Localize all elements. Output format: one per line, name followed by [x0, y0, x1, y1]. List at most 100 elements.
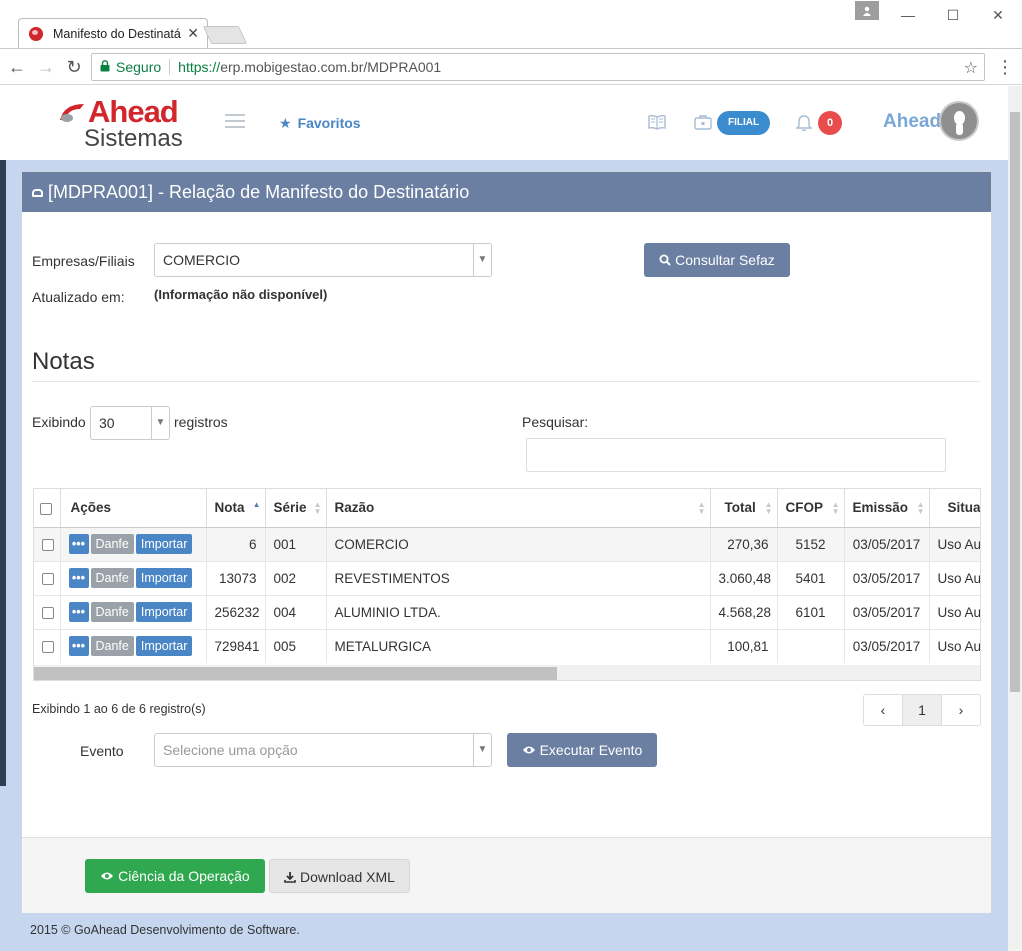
atualizado-value: (Informação não disponível)	[154, 287, 328, 302]
select-all-checkbox[interactable]	[40, 502, 52, 515]
browser-tab[interactable]: Manifesto do Destinatário ✕	[18, 18, 208, 48]
secure-label: Seguro	[116, 59, 162, 75]
row-checkbox[interactable]	[42, 538, 54, 551]
download-xml-button[interactable]: Download XML	[269, 859, 410, 893]
atualizado-label: Atualizado em:	[32, 289, 125, 305]
page-scrollbar-thumb[interactable]	[1010, 112, 1020, 692]
back-arrow-icon[interactable]: ←	[6, 56, 28, 78]
tab-close-icon[interactable]: ✕	[187, 25, 199, 42]
col-nota[interactable]: Nota ▲	[206, 489, 266, 528]
left-sidebar-edge	[0, 160, 6, 786]
minimize-button[interactable]: —	[893, 4, 923, 26]
download-icon	[284, 869, 300, 885]
col-situacao[interactable]: Situa	[929, 489, 980, 528]
empresas-select[interactable]: COMERCIO ▼	[154, 243, 492, 277]
avatar[interactable]	[939, 101, 979, 141]
importar-button[interactable]: Importar	[135, 636, 193, 657]
col-total[interactable]: Total ▲ ▼	[710, 489, 778, 528]
consultar-sefaz-button[interactable]: Consultar Sefaz	[644, 243, 790, 277]
row-select-cell	[34, 594, 61, 629]
reload-icon[interactable]: ↻	[63, 56, 85, 78]
bookmark-star-icon[interactable]: ☆	[964, 58, 978, 78]
favicon-icon	[29, 26, 43, 41]
cell-emissao: 03/05/2017	[844, 526, 930, 561]
page-size-select[interactable]: 30 ▼	[90, 406, 170, 440]
logo-mark-icon	[60, 104, 84, 122]
close-window-button[interactable]: ✕	[983, 4, 1013, 26]
more-actions-button[interactable]: •••	[68, 534, 89, 554]
importar-button[interactable]: Importar	[135, 568, 193, 588]
maximize-button[interactable]: ☐	[938, 4, 968, 26]
col-razao[interactable]: Razão ▲ ▼	[326, 489, 711, 528]
col-cfop[interactable]: CFOP ▲ ▼	[777, 489, 845, 528]
executar-evento-label: Executar Evento	[539, 742, 643, 758]
new-tab-button[interactable]	[202, 26, 248, 44]
evento-select[interactable]: Selecione uma opção ▼	[154, 733, 492, 767]
cell-situacao: Uso Au	[929, 628, 980, 663]
table-scrollbar-thumb[interactable]	[34, 667, 557, 680]
briefcase-icon[interactable]	[694, 114, 712, 130]
cell-nota: 13073	[206, 560, 266, 595]
favoritos-label: Favoritos	[297, 115, 361, 131]
url-scheme: https://	[178, 59, 221, 75]
danfe-button[interactable]: Danfe	[90, 602, 134, 622]
row-checkbox[interactable]	[42, 572, 54, 585]
book-icon[interactable]	[648, 114, 666, 130]
address-bar[interactable]: Seguro https:// erp.mobigestao.com.br/MD…	[91, 53, 985, 81]
pager-next-button[interactable]: ›	[942, 695, 980, 725]
eye-icon	[100, 868, 118, 884]
cell-serie: 005	[265, 628, 327, 663]
cell-nota: 6	[206, 526, 266, 561]
copyright-text: 2015 © GoAhead Desenvolvimento de Softwa…	[30, 923, 300, 937]
cell-serie: 001	[265, 526, 327, 561]
table-horizontal-scrollbar[interactable]	[34, 665, 980, 680]
more-actions-button[interactable]: •••	[68, 568, 89, 588]
logo-sistemas-text: Sistemas	[84, 125, 183, 152]
importar-button[interactable]: Importar	[135, 602, 193, 622]
cell-razao: COMERCIO	[326, 526, 711, 561]
address-separator	[169, 59, 171, 75]
forward-arrow-icon[interactable]: →	[35, 56, 57, 78]
pager-prev-button[interactable]: ‹	[864, 695, 903, 725]
importar-button[interactable]: Importar	[135, 534, 193, 554]
favoritos-link[interactable]: ★ Favoritos	[279, 115, 361, 132]
bell-icon[interactable]	[795, 114, 813, 132]
row-actions: ••• Danfe Importar	[60, 628, 207, 663]
row-actions: ••• Danfe Importar	[60, 526, 207, 561]
more-actions-button[interactable]: •••	[68, 636, 89, 657]
cell-nota: 256232	[206, 594, 266, 629]
user-name[interactable]: Ahead	[883, 111, 941, 133]
row-checkbox[interactable]	[42, 606, 54, 619]
col-emissao[interactable]: Emissão ▲ ▼	[844, 489, 930, 528]
sort-icon: ▲ ▼	[764, 500, 773, 516]
more-actions-button[interactable]: •••	[68, 602, 89, 622]
col-serie[interactable]: Série ▲ ▼	[265, 489, 327, 528]
executar-evento-button[interactable]: Executar Evento	[507, 733, 657, 767]
notification-count-badge[interactable]: 0	[818, 111, 842, 135]
profile-icon[interactable]	[855, 1, 879, 20]
danfe-button[interactable]: Danfe	[90, 636, 134, 657]
search-icon	[659, 252, 675, 268]
menu-toggle-icon[interactable]	[225, 114, 245, 128]
url-path: erp.mobigestao.com.br/MDPRA001	[220, 59, 442, 75]
card-header: [MDPRA001] - Relação de Manifesto do Des…	[22, 172, 991, 212]
browser-menu-icon[interactable]: ⋮	[996, 57, 1014, 78]
card-footer: Ciência da Operação Download XML	[22, 837, 991, 913]
ciencia-operacao-button[interactable]: Ciência da Operação	[85, 859, 265, 893]
cell-situacao: Uso Au	[929, 526, 980, 561]
row-checkbox[interactable]	[42, 641, 54, 654]
col-acoes: Ações	[60, 489, 207, 528]
table-header-row: Ações Nota ▲ Série ▲ ▼ Razão ▲ ▼ Total ▲ ▼ CFOP…	[34, 489, 980, 528]
cell-total: 4.568,28	[710, 594, 778, 629]
download-xml-label: Download XML	[299, 869, 395, 885]
danfe-button[interactable]: Danfe	[90, 568, 134, 588]
search-input[interactable]	[526, 438, 946, 472]
filial-badge[interactable]: FILIAL	[717, 111, 771, 135]
col-serie-label: Série	[273, 500, 307, 516]
pager-page-1[interactable]: 1	[903, 695, 942, 725]
inbox-icon	[32, 189, 43, 197]
consultar-sefaz-label: Consultar Sefaz	[675, 252, 775, 268]
cell-total: 3.060,48	[710, 560, 778, 595]
danfe-button[interactable]: Danfe	[90, 534, 134, 554]
ahead-logo[interactable]: Ahead Sistemas	[58, 94, 188, 154]
